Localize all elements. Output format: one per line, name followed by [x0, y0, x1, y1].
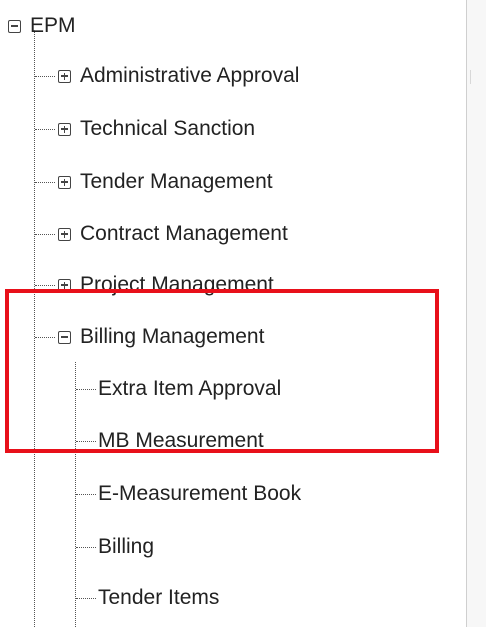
tree-node-technical-sanction[interactable]: Technical Sanction: [58, 109, 255, 149]
module-tree: EPM Administrative Approval Technical Sa…: [0, 0, 466, 627]
tree-node-administrative-approval[interactable]: Administrative Approval: [58, 56, 299, 96]
highlight-annotation-box: [5, 289, 439, 453]
tree-node-label: Tender Items: [98, 586, 220, 609]
tree-connector-line: [35, 285, 55, 286]
panel-divider: [470, 70, 481, 84]
tree-connector-line: [35, 76, 55, 77]
tree-connector-line: [76, 598, 96, 599]
tree-node-e-measurement-book[interactable]: E-Measurement Book: [98, 474, 301, 514]
tree-node-tender-items[interactable]: Tender Items: [98, 578, 219, 618]
tree-node-label: E-Measurement Book: [98, 482, 302, 505]
collapse-toggle-icon[interactable]: [8, 19, 21, 33]
expand-toggle-icon[interactable]: [58, 175, 71, 189]
tree-node-billing[interactable]: Billing: [98, 527, 154, 567]
right-panel-edge: [466, 0, 486, 627]
tree-node-label: Technical Sanction: [80, 117, 256, 140]
tree-connector-line: [76, 494, 96, 495]
expand-toggle-icon[interactable]: [58, 227, 71, 241]
expand-toggle-icon[interactable]: [58, 69, 71, 83]
expand-toggle-icon[interactable]: [58, 122, 71, 136]
tree-node-contract-management[interactable]: Contract Management: [58, 214, 288, 254]
tree-connector-line: [35, 234, 55, 235]
tree-connector-line: [35, 182, 55, 183]
tree-node-label: Contract Management: [80, 222, 288, 245]
tree-connector-line: [35, 129, 55, 130]
tree-node-label: Tender Management: [80, 170, 273, 193]
tree-connector-line: [76, 547, 96, 548]
tree-node-label: EPM: [30, 14, 76, 37]
tree-node-label: Billing: [98, 535, 155, 558]
tree-node-tender-management[interactable]: Tender Management: [58, 162, 273, 202]
tree-node-label: Administrative Approval: [80, 64, 300, 87]
tree-node-epm[interactable]: EPM: [8, 6, 76, 46]
